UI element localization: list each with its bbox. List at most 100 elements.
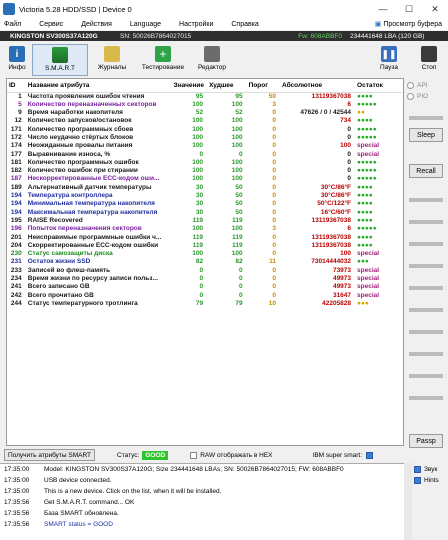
table-row[interactable]: 182 Количество ошибок при стирании 100 100 0… — [7, 167, 403, 175]
passp-button[interactable]: Passp — [409, 434, 443, 448]
close-button[interactable]: ✕ — [422, 0, 448, 18]
menu-language[interactable]: Language — [130, 21, 161, 28]
cell-remain: ●●●● — [357, 92, 373, 100]
table-row[interactable]: 172 Число неудачно стёртых блоков 100 100 0 0… — [7, 134, 403, 142]
cell-threshold: 0 — [272, 183, 276, 191]
menu-service[interactable]: Сервис — [39, 21, 63, 28]
table-row[interactable]: 233 Записей во флеш-память 0 0 0 73973 special — [7, 267, 403, 275]
sidebar-divider — [409, 330, 443, 334]
cell-threshold: 0 — [272, 283, 276, 291]
table-row[interactable]: 201 Неисправимые программные ошибки ч... 1… — [7, 234, 403, 242]
table-row[interactable]: 230 Статус самозащиты диска 100 100 0 100 spec… — [7, 250, 403, 258]
hints-option[interactable]: Hints — [414, 477, 448, 484]
col-raw[interactable]: Абсолютное — [280, 79, 356, 93]
cell-raw: 100 — [340, 142, 352, 150]
pio-radio-circle[interactable] — [407, 93, 414, 100]
table-row[interactable]: 174 Неожиданные провалы питания 100 100 0 100… — [7, 142, 403, 150]
cell-threshold: 0 — [272, 150, 276, 158]
table-row[interactable]: 5 Количество переназначенных секторов 100 1… — [7, 101, 403, 109]
sidebar-divider — [409, 220, 443, 224]
pio-radio[interactable]: PIO — [407, 93, 448, 100]
table-row[interactable]: 9 Время наработки накопителя 52 52 0 47626 / … — [7, 109, 403, 117]
sound-checkbox[interactable] — [414, 466, 421, 473]
menu-help[interactable]: Справка — [231, 21, 258, 28]
table-row[interactable]: 171 Количество программных сбоев 100 100 0 0 ●… — [7, 126, 403, 134]
menu-bar: Файл Сервис Действия Language Настройки … — [0, 18, 448, 30]
cell-value: 0 — [199, 291, 204, 299]
ibm-smart-toggle[interactable]: IBM super smart: — [312, 451, 376, 459]
table-row[interactable]: 187 Нескорректированные ЕСС-кодом оши... 1… — [7, 175, 403, 183]
cell-raw: 49973 — [332, 283, 352, 291]
table-row[interactable]: 194 Температура контроллера 30 50 0 30°C/86°F… — [7, 192, 403, 200]
table-row[interactable]: 244 Статус температурного тротлинга 79 79 10… — [7, 300, 403, 308]
ibm-smart-checkbox[interactable] — [366, 451, 374, 459]
menu-buffer-view[interactable]: Просмотр буфера — [383, 21, 442, 28]
table-row[interactable]: 181 Количество программных ошибок 100 100 0 0… — [7, 159, 403, 167]
table-row[interactable]: 195 RAISE Recovered 119 119 0 13119367038 ●●●● — [7, 217, 403, 225]
col-value[interactable]: Значение — [171, 79, 208, 93]
logs-tab[interactable]: Журналы — [94, 44, 130, 76]
table-row[interactable]: 196 Попыток переназначения секторов 100 100… — [7, 225, 403, 233]
raw-hex-checkbox[interactable] — [190, 451, 198, 459]
cell-raw: 0 — [347, 167, 352, 175]
cell-raw: 50°C/122°F — [317, 200, 352, 208]
editor-tab[interactable]: Редактор — [194, 44, 230, 76]
table-row[interactable]: 234 Время жизни по ресурсу записи польз..… — [7, 275, 403, 283]
raw-hex-toggle[interactable]: RAW отображать в HEX — [190, 451, 273, 459]
table-row[interactable]: 177 Выравнивание износа, % 0 0 0 0 special — [7, 151, 403, 159]
smart-attributes-table[interactable]: ID Название атрибута Значение Худшее Пор… — [6, 78, 404, 446]
maximize-button[interactable]: ☐ — [396, 0, 422, 18]
cell-raw: 13119367038 — [311, 216, 352, 224]
cell-raw: 13119367038 — [311, 233, 352, 241]
logs-tab-label: Журналы — [97, 64, 127, 71]
table-row[interactable]: 204 Скорректированные ЕСС-кодом ошибки 119… — [7, 242, 403, 250]
cell-id: 241 — [10, 283, 22, 291]
event-log[interactable]: 17:35:00 Model: KINGSTON SV300S37A120G; S… — [0, 463, 404, 540]
sleep-button[interactable]: Sleep — [409, 128, 443, 142]
table-row[interactable]: 194 Максимальная температура накопителя 30… — [7, 209, 403, 217]
editor-tab-label: Редактор — [198, 64, 226, 71]
hints-checkbox[interactable] — [414, 477, 421, 484]
smart-tab[interactable]: S.M.A.R.T — [32, 44, 88, 76]
recall-button[interactable]: Recall — [409, 164, 443, 178]
pause-button[interactable]: ❚❚ Пауза — [374, 44, 404, 76]
menu-file[interactable]: Файл — [4, 21, 21, 28]
cell-remain: special — [357, 291, 380, 299]
cell-worst: 0 — [239, 266, 243, 274]
log-row: 17:35:56 Get S.M.A.R.T. command... OK — [0, 497, 404, 508]
menu-settings[interactable]: Настройки — [179, 21, 213, 28]
cell-remain: ●●●● — [357, 216, 373, 224]
col-name[interactable]: Название атрибута — [25, 79, 172, 93]
table-row[interactable]: 194 Минимальная температура накопителя 30 5… — [7, 200, 403, 208]
table-row[interactable]: 241 Всего записано GB 0 0 0 49973 special — [7, 283, 403, 291]
cell-remain: ●●●●● — [357, 100, 377, 108]
ibm-smart-label: IBM super smart: — [312, 451, 363, 459]
cell-threshold: 0 — [272, 250, 276, 258]
col-remain[interactable]: Остаток — [355, 79, 403, 93]
cell-raw: 47626 / 0 / 42544 — [300, 109, 352, 117]
table-row[interactable]: 189 Альтернативный датчик температуры 30 50… — [7, 184, 403, 192]
sound-option[interactable]: Звук — [414, 466, 448, 473]
api-radio[interactable]: API — [407, 82, 448, 89]
api-radio-circle[interactable] — [407, 82, 414, 89]
test-tab[interactable]: + Тестирование — [138, 44, 188, 76]
col-threshold[interactable]: Порог — [246, 79, 280, 93]
cell-threshold: 0 — [272, 275, 276, 283]
cell-raw: 49973 — [332, 275, 352, 283]
cell-name: Количество переназначенных секторов — [27, 100, 157, 108]
table-row[interactable]: 1 Частота проявления ошибок чтения 95 95 50 1… — [7, 92, 403, 101]
table-row[interactable]: 242 Всего прочитано GB 0 0 0 31647 special — [7, 292, 403, 300]
menu-actions[interactable]: Действия — [81, 21, 112, 28]
col-id[interactable]: ID — [7, 79, 26, 93]
minimize-button[interactable]: — — [370, 0, 396, 18]
table-row[interactable]: 231 Остаток жизни SSD 82 82 11 73014444032 ●●● — [7, 258, 403, 266]
get-smart-button[interactable]: Получить атрибуты SMART — [4, 449, 95, 461]
cell-raw: 16°C/60°F — [320, 208, 352, 216]
log-scrollbar[interactable] — [404, 463, 412, 540]
table-row[interactable]: 12 Количество запусков/остановок 100 100 0 73… — [7, 117, 403, 125]
cell-remain: special — [357, 142, 380, 150]
info-tab[interactable]: i Инфо — [4, 44, 30, 76]
stop-button[interactable]: Стоп — [414, 44, 444, 76]
col-worst[interactable]: Худшее — [207, 79, 247, 93]
cell-id: 182 — [10, 167, 22, 175]
